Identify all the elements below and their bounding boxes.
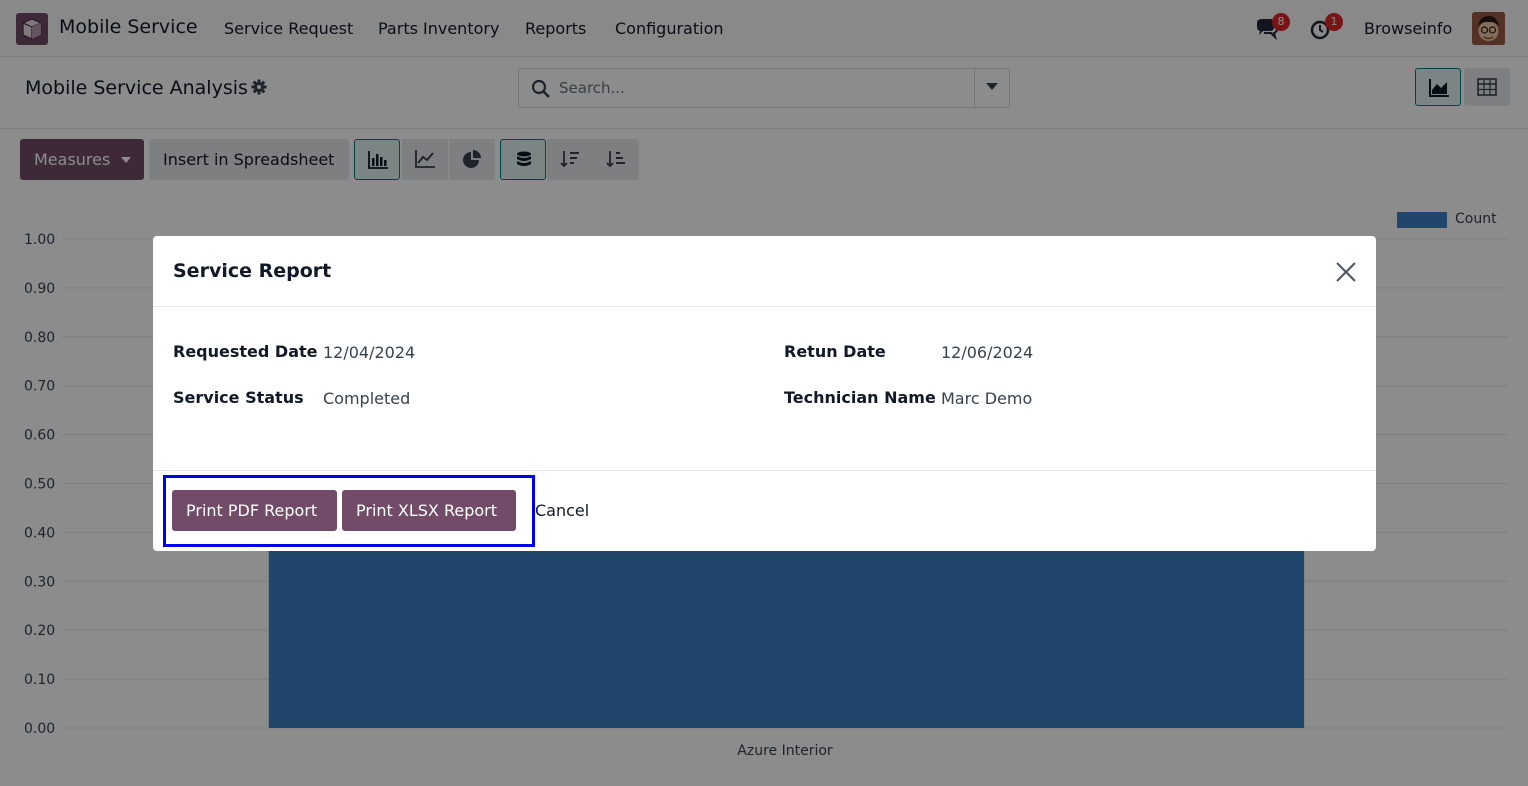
technician-name-label: Technician Name — [784, 388, 936, 407]
dialog-header: Service Report — [153, 236, 1376, 307]
service-status-value: Completed — [323, 389, 411, 408]
return-date-value: 12/06/2024 — [941, 343, 1034, 362]
requested-date-value: 12/04/2024 — [323, 343, 416, 362]
requested-date-label: Requested Date — [173, 342, 318, 361]
return-date-label: Retun Date — [784, 342, 886, 361]
dialog-title: Service Report — [173, 260, 332, 282]
dialog-footer: Print PDF Report Print XLSX Report Cance… — [153, 470, 1376, 551]
highlight-box — [163, 475, 535, 547]
service-status-label: Service Status — [173, 388, 304, 407]
service-report-dialog: Service Report Requested Date 12/04/2024… — [153, 236, 1376, 551]
cancel-button[interactable]: Cancel — [535, 501, 589, 520]
close-icon[interactable] — [1335, 261, 1357, 283]
technician-name-value: Marc Demo — [941, 389, 1033, 408]
